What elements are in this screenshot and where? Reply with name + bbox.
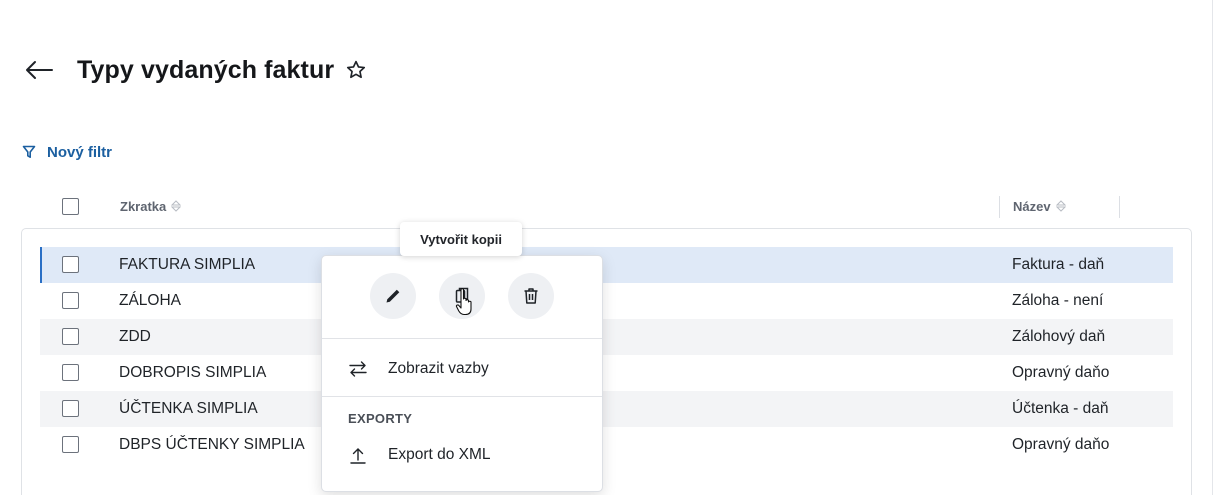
- column-header-label: Zkratka: [120, 198, 167, 214]
- menu-divider: [322, 338, 602, 339]
- column-divider[interactable]: [1119, 196, 1120, 218]
- table-row[interactable]: DBPS ÚČTENKY SIMPLIA Opravný daňo: [40, 427, 1173, 463]
- column-header-label: Název: [1013, 198, 1051, 214]
- export-xml-item[interactable]: Export do XML: [322, 437, 602, 473]
- menu-item-label: Zobrazit vazby: [388, 360, 489, 377]
- row-context-menu: Zobrazit vazby EXPORTY Export do XML: [321, 255, 603, 492]
- cell-name: Opravný daňo: [1012, 364, 1110, 381]
- copy-icon: [455, 287, 469, 303]
- sort-icon: [171, 200, 182, 212]
- sort-icon: [1055, 200, 1066, 212]
- cell-code: ÚČTENKA SIMPLIA: [119, 400, 258, 417]
- table-row[interactable]: ÚČTENKA SIMPLIA Účtenka - daň: [40, 391, 1173, 427]
- cell-name: Záloha - není: [1012, 292, 1104, 309]
- edit-button[interactable]: [370, 273, 416, 319]
- table-row[interactable]: DOBROPIS SIMPLIA Opravný daňo: [40, 355, 1173, 391]
- row-checkbox[interactable]: [62, 436, 79, 453]
- panel-border: [1212, 0, 1213, 495]
- page-title: Typy vydaných faktur: [77, 55, 335, 84]
- cell-code: FAKTURA SIMPLIA: [119, 256, 256, 273]
- table-row[interactable]: FAKTURA SIMPLIA Faktura - daň: [40, 247, 1173, 283]
- cell-name: Zálohový daň: [1012, 328, 1106, 345]
- swap-arrows-icon: [348, 360, 368, 378]
- trash-icon: [524, 288, 538, 304]
- column-header-nazev[interactable]: Název: [1013, 190, 1066, 222]
- row-checkbox[interactable]: [62, 256, 79, 273]
- favorite-button[interactable]: [344, 58, 368, 82]
- row-checkbox[interactable]: [62, 364, 79, 381]
- exports-section-title: EXPORTY: [348, 411, 413, 426]
- column-divider[interactable]: [999, 196, 1000, 218]
- cell-code: ZÁLOHA: [119, 292, 182, 309]
- star-outline-icon: [347, 60, 366, 79]
- column-header-zkratka[interactable]: Zkratka: [120, 190, 182, 222]
- delete-button[interactable]: [508, 273, 554, 319]
- filter-icon: [22, 145, 36, 158]
- new-filter-label: Nový filtr: [47, 143, 113, 161]
- row-checkbox[interactable]: [62, 400, 79, 417]
- pencil-icon: [386, 289, 400, 303]
- upload-icon: [348, 446, 368, 464]
- table-row[interactable]: ZDD Zálohový daň: [40, 319, 1173, 355]
- cell-name: Opravný daňo: [1012, 436, 1110, 453]
- show-relations-item[interactable]: Zobrazit vazby: [322, 351, 602, 387]
- menu-divider: [322, 396, 602, 397]
- row-checkbox[interactable]: [62, 328, 79, 345]
- table-row[interactable]: ZÁLOHA Záloha - není: [40, 283, 1173, 319]
- row-checkbox[interactable]: [62, 292, 79, 309]
- new-filter-link[interactable]: Nový filtr: [22, 141, 112, 163]
- cell-code: DBPS ÚČTENKY SIMPLIA: [119, 436, 305, 453]
- arrow-left-icon: [26, 61, 53, 79]
- copy-button[interactable]: [439, 273, 485, 319]
- back-button[interactable]: [24, 55, 54, 85]
- cell-name: Účtenka - daň: [1012, 400, 1109, 417]
- cell-name: Faktura - daň: [1012, 256, 1105, 273]
- menu-item-label: Export do XML: [388, 446, 491, 463]
- copy-tooltip: Vytvořit kopii: [400, 222, 522, 256]
- page-header: Typy vydaných faktur: [24, 50, 368, 90]
- cell-code: DOBROPIS SIMPLIA: [119, 364, 267, 381]
- cell-code: ZDD: [119, 328, 151, 345]
- select-all-checkbox[interactable]: [62, 198, 79, 215]
